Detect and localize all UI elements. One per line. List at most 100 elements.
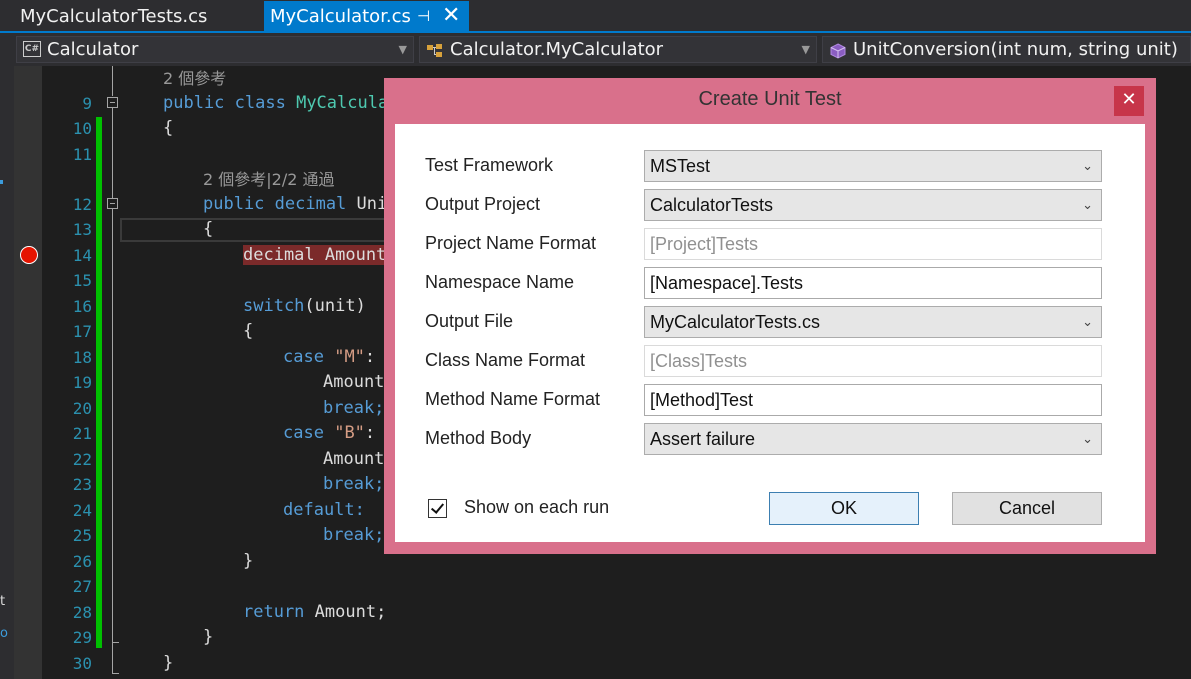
code-line[interactable]: break; xyxy=(323,396,384,421)
select-value: Assert failure xyxy=(650,429,756,449)
project-name-format-label: Project Name Format xyxy=(425,233,597,253)
line-number: 23 xyxy=(72,475,92,494)
line-number: 29 xyxy=(72,628,92,647)
class-icon xyxy=(426,41,444,57)
change-tracking-bar xyxy=(96,117,102,648)
collapse-icon[interactable] xyxy=(107,198,118,209)
code-keyword: switch xyxy=(243,296,305,316)
codelens-references[interactable]: 2 個參考 xyxy=(163,66,226,91)
line-number: 11 xyxy=(72,145,92,164)
code-keyword: return xyxy=(243,602,305,622)
project-dropdown[interactable]: C# Calculator ▼ xyxy=(16,36,414,63)
outline-guide xyxy=(112,66,113,96)
output-project-select[interactable]: CalculatorTests ⌄ xyxy=(644,189,1102,221)
code-line[interactable]: break; xyxy=(323,472,384,497)
code-line[interactable]: { xyxy=(243,319,253,344)
show-on-each-run-label[interactable]: Show on each run xyxy=(464,497,609,518)
tool-strip-marker xyxy=(0,180,3,184)
outline-end xyxy=(112,673,119,674)
tool-strip-fragment: o xyxy=(0,626,8,641)
navigation-bar: C# Calculator ▼ Calculator.MyCalculator … xyxy=(0,33,1191,66)
code-keyword: public class xyxy=(163,93,286,113)
left-tool-strip: t o xyxy=(0,66,14,679)
code-line[interactable]: } xyxy=(203,625,213,650)
namespace-name-field[interactable]: [Namespace].Tests xyxy=(644,267,1102,299)
code-line[interactable]: case "M": xyxy=(283,345,375,370)
outline-guide xyxy=(112,643,113,673)
code-text: Amount; xyxy=(314,602,387,622)
cancel-button[interactable]: Cancel xyxy=(952,492,1102,525)
type-dropdown-label: Calculator.MyCalculator xyxy=(450,39,664,60)
code-line[interactable]: case "B": xyxy=(283,421,375,446)
code-text: Uni xyxy=(356,194,388,214)
code-line[interactable]: return Amount; xyxy=(243,600,386,625)
code-keyword: case xyxy=(283,423,324,443)
code-text: (unit) xyxy=(304,296,366,316)
test-framework-label: Test Framework xyxy=(425,155,554,175)
code-line[interactable]: } xyxy=(243,549,253,574)
line-number: 18 xyxy=(72,348,92,367)
code-line[interactable]: public class MyCalcula xyxy=(163,91,388,116)
code-line[interactable]: public decimal Uni xyxy=(203,192,387,217)
tab-label: MyCalculatorTests.cs xyxy=(20,6,208,27)
outline-end xyxy=(112,642,119,643)
outline-guide xyxy=(112,108,113,198)
line-number: 27 xyxy=(72,577,92,596)
method-body-label: Method Body xyxy=(425,428,532,448)
method-name-format-label: Method Name Format xyxy=(425,389,601,409)
line-number: 28 xyxy=(72,603,92,622)
code-text: : xyxy=(364,423,376,443)
show-on-each-run-checkbox[interactable] xyxy=(428,499,447,518)
method-body-select[interactable]: Assert failure ⌄ xyxy=(644,423,1102,455)
type-dropdown[interactable]: Calculator.MyCalculator ▼ xyxy=(419,36,817,63)
pin-icon[interactable]: ⊣ xyxy=(417,1,430,32)
csharp-project-icon: C# xyxy=(23,41,41,57)
select-value: CalculatorTests xyxy=(650,195,774,215)
tool-strip-fragment: t xyxy=(0,594,6,609)
output-file-select[interactable]: MyCalculatorTests.cs ⌄ xyxy=(644,306,1102,338)
codelens-references[interactable]: 2 個參考|2/2 通過 xyxy=(203,167,335,192)
project-dropdown-label: Calculator xyxy=(47,39,139,60)
tab-mycalculatortests[interactable]: MyCalculatorTests.cs xyxy=(0,1,264,32)
code-line[interactable]: switch(unit) xyxy=(243,294,366,319)
code-line[interactable]: Amount xyxy=(323,447,384,472)
member-dropdown[interactable]: UnitConversion(int num, string unit) xyxy=(822,36,1191,63)
code-classname: MyCalcula xyxy=(296,93,389,113)
project-name-format-field[interactable]: [Project]Tests xyxy=(644,228,1102,260)
line-number: 9 xyxy=(82,94,92,113)
glyph-margin[interactable] xyxy=(14,66,42,679)
chevron-down-icon: ⌄ xyxy=(1082,158,1093,173)
line-number: 10 xyxy=(72,119,92,138)
code-line[interactable]: break; xyxy=(323,523,384,548)
line-number: 13 xyxy=(72,220,92,239)
test-framework-select[interactable]: MSTest ⌄ xyxy=(644,150,1102,182)
ok-button[interactable]: OK xyxy=(769,492,919,525)
line-number: 14 xyxy=(72,246,92,265)
close-tab-icon[interactable]: ✕ xyxy=(442,0,460,31)
line-number: 16 xyxy=(72,297,92,316)
dialog-close-button[interactable]: ✕ xyxy=(1114,86,1144,116)
code-line[interactable]: Amount xyxy=(323,370,384,395)
code-line-breakpoint[interactable]: decimal Amount xyxy=(243,243,387,268)
code-line[interactable]: { xyxy=(163,116,173,141)
create-unit-test-dialog: Create Unit Test ✕ Test Framework MSTest… xyxy=(384,78,1156,554)
code-line[interactable]: default: xyxy=(283,498,365,523)
line-number: 15 xyxy=(72,271,92,290)
tab-mycalculator[interactable]: MyCalculator.cs ⊣ ✕ xyxy=(264,1,469,32)
code-keyword: public decimal xyxy=(203,194,347,214)
breakpoint-icon[interactable] xyxy=(20,246,38,264)
code-line[interactable]: { xyxy=(203,217,213,242)
chevron-down-icon: ⌄ xyxy=(1082,314,1093,329)
line-number: 26 xyxy=(72,552,92,571)
chevron-down-icon: ▼ xyxy=(398,43,407,56)
line-number: 19 xyxy=(72,373,92,392)
method-name-format-field[interactable]: [Method]Test xyxy=(644,384,1102,416)
select-value: MSTest xyxy=(650,156,711,176)
chevron-down-icon: ⌄ xyxy=(1082,431,1093,446)
breakpoint-highlight: decimal Amount xyxy=(243,245,387,265)
line-number: 22 xyxy=(72,450,92,469)
collapse-icon[interactable] xyxy=(107,97,118,108)
line-number: 30 xyxy=(72,654,92,673)
code-line[interactable]: } xyxy=(163,651,173,676)
class-name-format-field[interactable]: [Class]Tests xyxy=(644,345,1102,377)
